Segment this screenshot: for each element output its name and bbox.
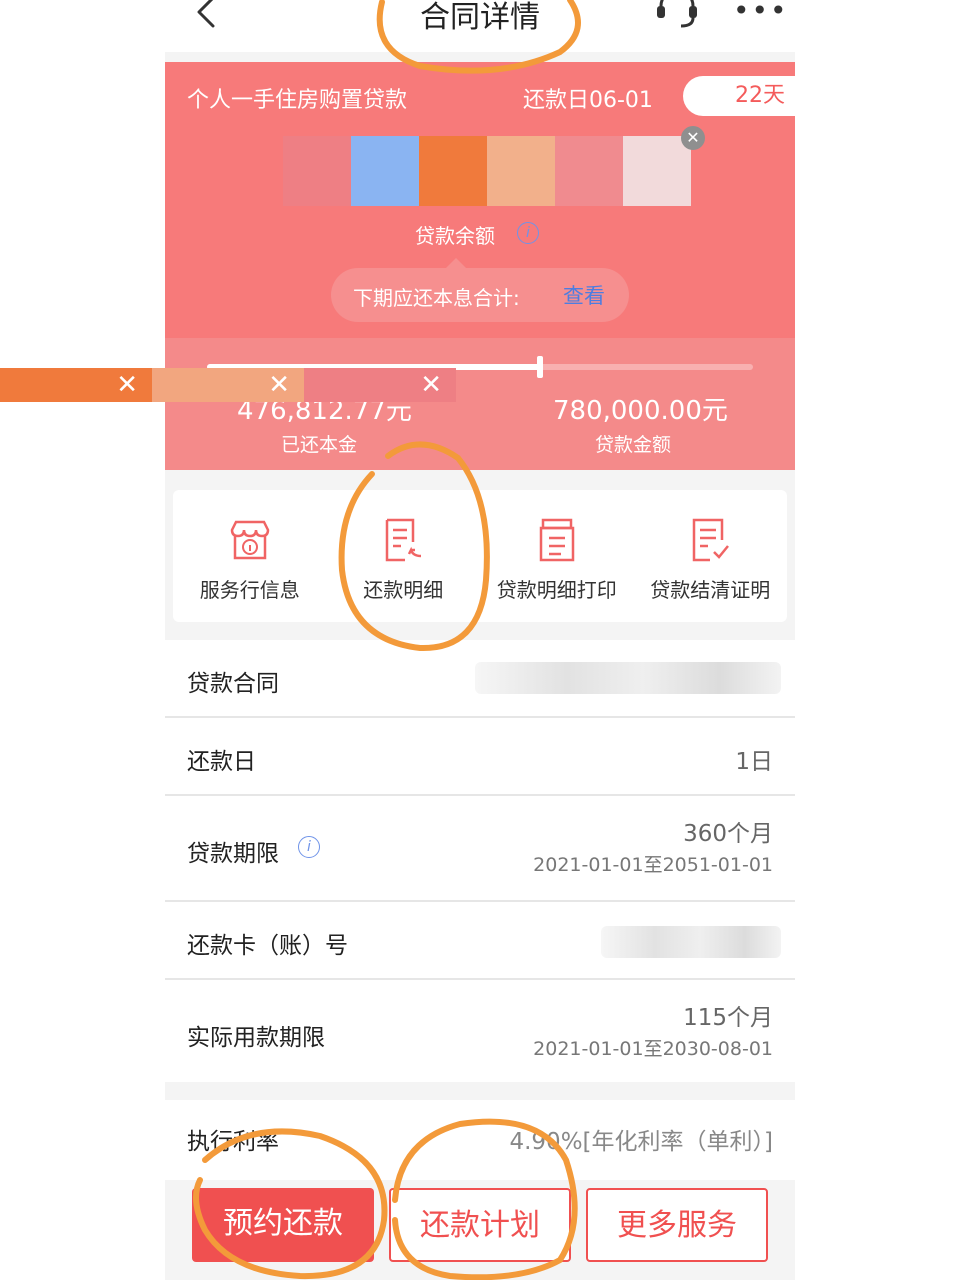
next-payment-bubble: 下期应还本息合计: 查看 — [331, 258, 629, 322]
view-next-payment-link[interactable]: 查看 — [563, 280, 605, 310]
more-menu-icon[interactable]: ••• — [733, 0, 789, 27]
row-label: 还款日 — [187, 749, 256, 775]
row-label: 实际用款期限 — [187, 1025, 325, 1051]
redacted-balance — [283, 136, 691, 206]
row-date-range: 2021-01-01至2051-01-01 — [533, 854, 773, 876]
phone-screen: 合同详情 ••• 个人一手住房购置贷款 还款日06-01 22天 ✕ 贷款余额 … — [165, 0, 823, 1280]
close-icon[interactable]: ✕ — [420, 368, 442, 402]
redaction-swatch — [419, 136, 487, 206]
row-interest-rate: 执行利率 4.90%[年化利率（单利）] — [165, 1100, 795, 1180]
loan-summary-card: 个人一手住房购置贷款 还款日06-01 22天 ✕ 贷款余额 i 下期应还本息合… — [165, 62, 823, 470]
row-repayment-card[interactable]: 还款卡（账）号 — [165, 902, 795, 980]
more-services-button[interactable]: 更多服务 — [586, 1188, 768, 1262]
redaction-swatch — [487, 136, 555, 206]
settlement-certificate-icon — [693, 518, 730, 562]
repayment-detail-icon — [386, 518, 422, 562]
repayment-plan-button[interactable]: 还款计划 — [389, 1188, 571, 1262]
row-label: 贷款合同 — [187, 671, 279, 697]
repaid-principal-label: 已还本金 — [281, 434, 358, 456]
action-label: 还款明细 — [363, 578, 444, 602]
loan-type: 个人一手住房购置贷款 — [187, 88, 408, 113]
row-value: 115个月 — [683, 1005, 773, 1031]
row-value: 4.90%[年化利率（单利）] — [509, 1129, 773, 1155]
close-icon[interactable]: ✕ — [116, 368, 138, 402]
redaction-block: ✕ — [152, 368, 304, 402]
redaction-swatch — [283, 136, 351, 206]
redaction-swatch — [351, 136, 419, 206]
reserve-repayment-button[interactable]: 预约还款 — [192, 1188, 374, 1262]
redaction-swatch — [623, 136, 691, 206]
action-settlement-certificate[interactable]: 贷款结清证明 — [634, 490, 788, 622]
row-loan-contract[interactable]: 贷款合同 — [165, 640, 795, 718]
redaction-block: ✕ — [0, 368, 152, 402]
section-gap — [165, 1082, 795, 1100]
row-loan-term: 贷款期限 i 360个月 2021-01-01至2051-01-01 — [165, 796, 795, 902]
redacted-contract-number — [475, 662, 781, 694]
contract-details: 贷款合同 还款日 1日 贷款期限 i 360个月 2021-01-01至2051… — [165, 640, 795, 1086]
row-date-range: 2021-01-01至2030-08-01 — [533, 1038, 773, 1060]
info-icon[interactable]: i — [298, 836, 320, 858]
action-label: 贷款明细打印 — [496, 578, 617, 602]
store-info-icon — [230, 520, 270, 560]
redaction-block: ✕ — [304, 368, 456, 402]
row-label: 执行利率 — [187, 1129, 279, 1155]
action-print-statement[interactable]: 贷款明细打印 — [480, 490, 634, 622]
loan-amount-label: 贷款金额 — [595, 434, 672, 456]
redaction-strip: ✕ ✕ ✕ — [0, 368, 456, 402]
row-repay-day: 还款日 1日 — [165, 718, 795, 796]
row-value: 360个月 — [683, 821, 773, 847]
redaction-swatch — [555, 136, 623, 206]
quick-actions: 服务行信息 还款明细 贷款明细打印 贷款结清证明 — [173, 490, 787, 622]
days-left-badge: 22天 — [683, 76, 823, 116]
row-actual-term: 实际用款期限 115个月 2021-01-01至2030-08-01 — [165, 980, 795, 1086]
progress-marker — [537, 356, 544, 378]
action-label: 贷款结清证明 — [650, 578, 771, 602]
action-label: 服务行信息 — [199, 578, 300, 602]
action-service-branch[interactable]: 服务行信息 — [173, 490, 327, 622]
close-icon[interactable]: ✕ — [268, 368, 290, 402]
customer-service-icon[interactable] — [653, 0, 701, 36]
balance-label: 贷款余额 — [415, 224, 495, 248]
due-date: 还款日06-01 — [523, 88, 653, 113]
close-icon[interactable]: ✕ — [681, 126, 705, 150]
top-bar: 合同详情 ••• — [165, 0, 795, 52]
row-label: 还款卡（账）号 — [187, 933, 348, 959]
row-label: 贷款期限 — [187, 841, 279, 867]
info-icon[interactable]: i — [517, 222, 539, 244]
redacted-card-number — [601, 926, 781, 958]
action-repayment-detail[interactable]: 还款明细 — [327, 490, 481, 622]
next-payment-label: 下期应还本息合计: — [353, 286, 520, 310]
loan-amount-value: 780,000.00元 — [553, 396, 728, 426]
print-statement-icon — [539, 518, 574, 562]
row-value: 1日 — [735, 749, 773, 775]
